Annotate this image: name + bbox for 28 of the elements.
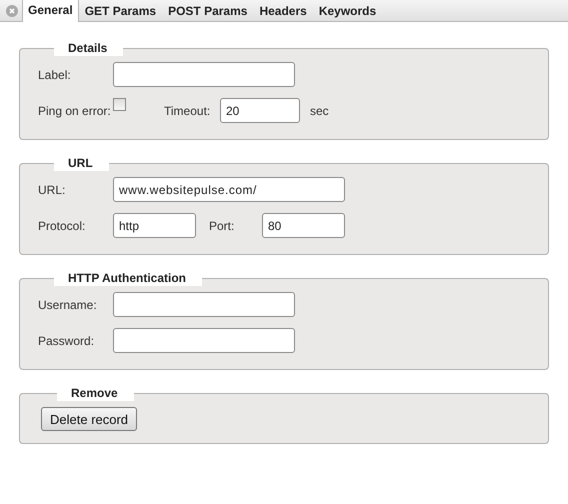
field-label: Label:	[38, 68, 72, 82]
input-field[interactable]	[113, 292, 295, 317]
unit-label: sec	[310, 104, 329, 118]
input-field[interactable]: 20	[220, 98, 300, 123]
input-field[interactable]: www.websitepulse.com/	[113, 177, 345, 202]
close-icon[interactable]	[6, 5, 18, 17]
group-title: Details	[54, 41, 124, 56]
tab[interactable]: GET Params	[78, 0, 162, 22]
field-label: Password:	[38, 334, 96, 348]
group-title: Remove	[57, 386, 134, 401]
tab[interactable]: POST Params	[162, 0, 254, 22]
field-label: URL:	[38, 182, 66, 196]
input-field[interactable]: http	[113, 213, 196, 238]
field-label: Username:	[38, 298, 98, 312]
tab[interactable]: Keywords	[312, 0, 382, 22]
group-title: URL	[54, 156, 109, 171]
input-field[interactable]	[113, 328, 295, 353]
field-label: Protocol:	[38, 218, 86, 232]
group-title: HTTP Authentication	[54, 271, 202, 286]
tab[interactable]: Headers	[253, 0, 313, 22]
delete-button[interactable]: Delete record	[41, 407, 138, 431]
tab[interactable]: General	[22, 0, 79, 22]
field-label: Ping on error:	[38, 104, 112, 118]
field-label: Port:	[209, 218, 236, 232]
field-label: Timeout:	[164, 104, 212, 118]
input-field[interactable]	[113, 62, 295, 87]
checkbox[interactable]	[113, 98, 126, 111]
input-field[interactable]: 80	[262, 213, 345, 238]
